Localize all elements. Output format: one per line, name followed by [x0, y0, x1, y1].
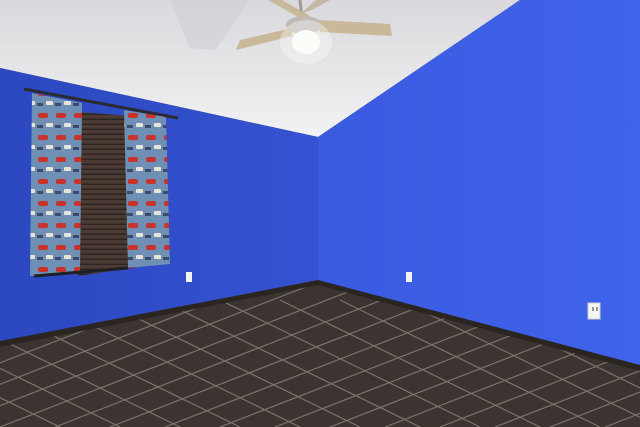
outlet-right-wall [406, 272, 412, 282]
room-scene [0, 0, 640, 427]
curtain-icon [30, 93, 82, 276]
curtain-right [124, 110, 170, 268]
outlet-icon [186, 272, 192, 282]
window-icon [78, 112, 132, 276]
